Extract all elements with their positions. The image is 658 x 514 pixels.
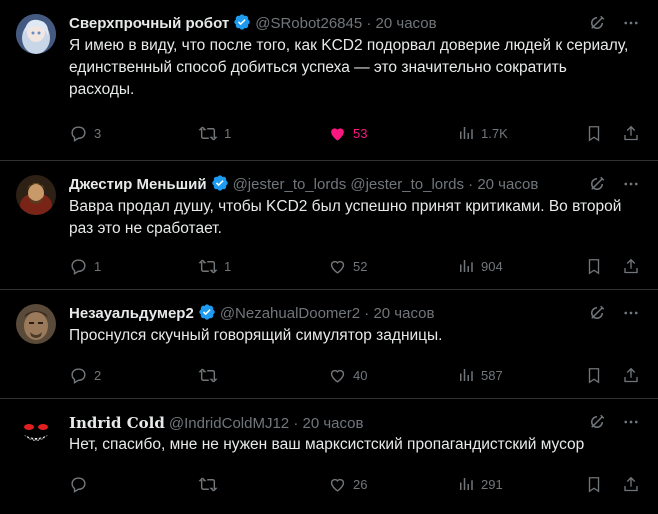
reply-icon [71, 126, 86, 142]
like-icon [331, 128, 344, 141]
views-icon [460, 369, 473, 381]
separator-dot: · [293, 415, 299, 432]
avatar[interactable] [16, 14, 56, 54]
bookmark-icon [588, 477, 600, 493]
share-button[interactable] [622, 475, 640, 499]
tweet-2[interactable]: Джестир Меньший @jester_to_lords @jester_… [0, 161, 658, 289]
view-count: 587 [481, 367, 503, 383]
share-icon [624, 367, 638, 383]
reply-icon [71, 368, 86, 384]
views-icon [460, 478, 473, 490]
retweet-icon [198, 259, 218, 274]
views-button[interactable]: 587 [457, 366, 503, 384]
view-count: 1.7K [481, 125, 508, 141]
share-icon [624, 258, 638, 274]
display-name[interactable]: Незауальдумер2 [69, 305, 194, 322]
bookmark-icon [588, 126, 600, 142]
more-icon[interactable] [622, 304, 640, 327]
more-icon[interactable] [622, 175, 640, 198]
user-handle[interactable]: @IndridColdMJ12 [169, 415, 289, 432]
like-count: 40 [353, 368, 368, 383]
grok-icon[interactable] [588, 14, 606, 37]
share-icon [624, 476, 638, 492]
retweet-button[interactable] [198, 366, 224, 385]
bookmark-button[interactable] [585, 475, 603, 499]
timestamp[interactable]: 20 часов [373, 305, 434, 322]
reply-button[interactable] [69, 475, 94, 494]
separator-dot: · [364, 305, 370, 322]
separator-dot: · [366, 15, 372, 32]
avatar[interactable] [16, 175, 56, 215]
tweet-text: Я имею в виду, что после того, как KCD2 … [69, 37, 629, 98]
retweet-icon [198, 368, 218, 383]
avatar[interactable] [16, 413, 56, 453]
retweet-icon [198, 126, 218, 141]
reply-count: 1 [94, 259, 102, 274]
like-count: 26 [353, 477, 368, 492]
grok-icon[interactable] [588, 175, 606, 198]
reply-button[interactable]: 3 [69, 124, 101, 143]
views-icon [460, 260, 473, 272]
tweet-1[interactable]: Сверхпрочный робот @SRobot26845 · 20 часо… [0, 0, 658, 160]
retweet-button[interactable] [198, 475, 224, 494]
user-handle[interactable]: @SRobot26845 [255, 15, 362, 32]
bookmark-button[interactable] [585, 124, 603, 148]
like-button[interactable]: 52 [328, 257, 367, 276]
bookmark-button[interactable] [585, 366, 603, 390]
display-name[interactable]: Джестир Меньший [69, 176, 207, 193]
like-icon [330, 260, 345, 274]
retweet-icon [198, 477, 218, 492]
avatar[interactable] [16, 304, 56, 344]
tweet-text: Проснулся скучный говорящий симулятор за… [69, 327, 443, 344]
retweet-button[interactable]: 1 [198, 257, 231, 276]
like-count: 52 [353, 259, 368, 274]
share-button[interactable] [622, 257, 640, 281]
more-icon[interactable] [622, 14, 640, 37]
display-name[interactable]: Indrid Cold [69, 414, 165, 432]
reply-button[interactable]: 1 [69, 257, 101, 276]
more-icon[interactable] [622, 413, 640, 436]
like-icon [330, 478, 345, 492]
reply-icon [71, 477, 86, 493]
reply-button[interactable]: 2 [69, 366, 101, 385]
grok-icon[interactable] [588, 413, 606, 436]
view-count: 291 [481, 476, 503, 492]
display-name[interactable]: Сверхпрочный робот [69, 15, 229, 32]
bookmark-icon [588, 259, 600, 275]
separator-dot: · [468, 176, 474, 193]
tweet-text: Нет, спасибо, мне не нужен ваш марксистс… [69, 436, 585, 453]
reply-count: 2 [94, 368, 102, 383]
bookmark-icon [588, 368, 600, 384]
retweet-button[interactable]: 1 [198, 124, 231, 143]
tweet-text: Вавра продал душу, чтобы KCD2 был успешн… [69, 198, 622, 237]
retweet-count: 1 [224, 259, 232, 274]
tweet-3[interactable]: Незауальдумер2 @NezahualDoomer2 · 20 часо… [0, 290, 658, 398]
like-count: 53 [353, 126, 368, 141]
like-button[interactable]: 53 [328, 124, 367, 143]
user-handle[interactable]: @jester_to_lords @jester_to_lords [233, 176, 464, 193]
share-icon [624, 125, 638, 141]
share-button[interactable] [622, 124, 640, 148]
user-handle[interactable]: @NezahualDoomer2 [220, 305, 360, 322]
reply-icon [71, 259, 86, 275]
bookmark-button[interactable] [585, 257, 603, 281]
like-button[interactable]: 40 [328, 366, 367, 385]
timestamp[interactable]: 20 часов [477, 176, 538, 193]
views-button[interactable]: 1.7K [457, 124, 508, 142]
reply-count: 3 [94, 126, 102, 141]
like-button[interactable]: 26 [328, 475, 367, 494]
timestamp[interactable]: 20 часов [302, 415, 363, 432]
share-button[interactable] [622, 366, 640, 390]
timestamp[interactable]: 20 часов [376, 15, 437, 32]
tweet-4[interactable]: Indrid Cold @IndridColdMJ12 · 20 часов Не… [0, 399, 658, 514]
retweet-count: 1 [224, 126, 232, 141]
views-button[interactable]: 291 [457, 475, 503, 493]
view-count: 904 [481, 258, 503, 274]
like-icon [330, 369, 345, 383]
views-button[interactable]: 904 [457, 257, 503, 275]
views-icon [460, 127, 473, 139]
grok-icon[interactable] [588, 304, 606, 327]
